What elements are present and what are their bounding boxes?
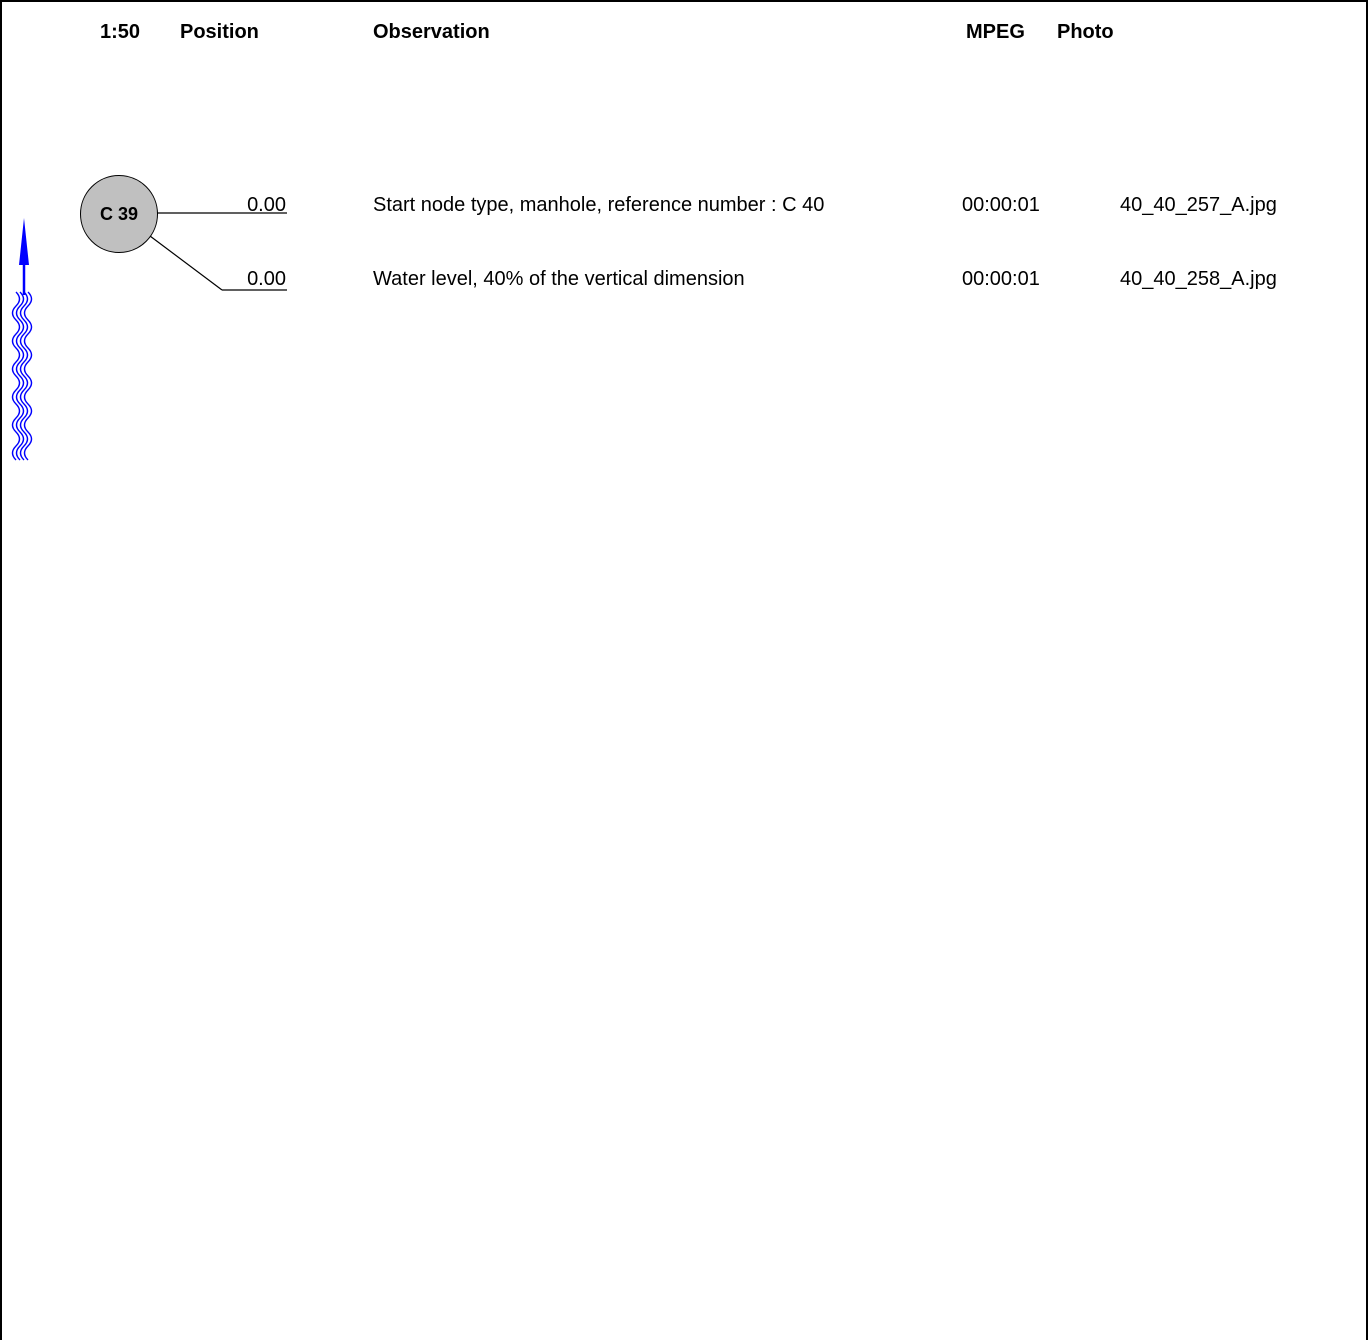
row-1-observation: Start node type, manhole, reference numb…: [373, 194, 825, 216]
manhole-node-label: C 39: [99, 203, 139, 224]
row-2-photo[interactable]: 40_40_258_A.jpg: [1120, 267, 1277, 291]
row-1-position: 0.00: [247, 194, 286, 216]
row-2-mpeg: 00:00:01: [962, 268, 1040, 290]
manhole-node: C 39: [80, 175, 158, 253]
water-wave-icon: [11, 291, 33, 461]
row-1-mpeg: 00:00:01: [962, 194, 1040, 216]
row-2-position: 0.00: [247, 268, 286, 290]
row-1-photo[interactable]: 40_40_257_A.jpg: [1120, 193, 1277, 217]
row-2-observation: Water level, 40% of the vertical dimensi…: [373, 268, 745, 290]
flow-direction-arrow-icon: [19, 218, 29, 295]
